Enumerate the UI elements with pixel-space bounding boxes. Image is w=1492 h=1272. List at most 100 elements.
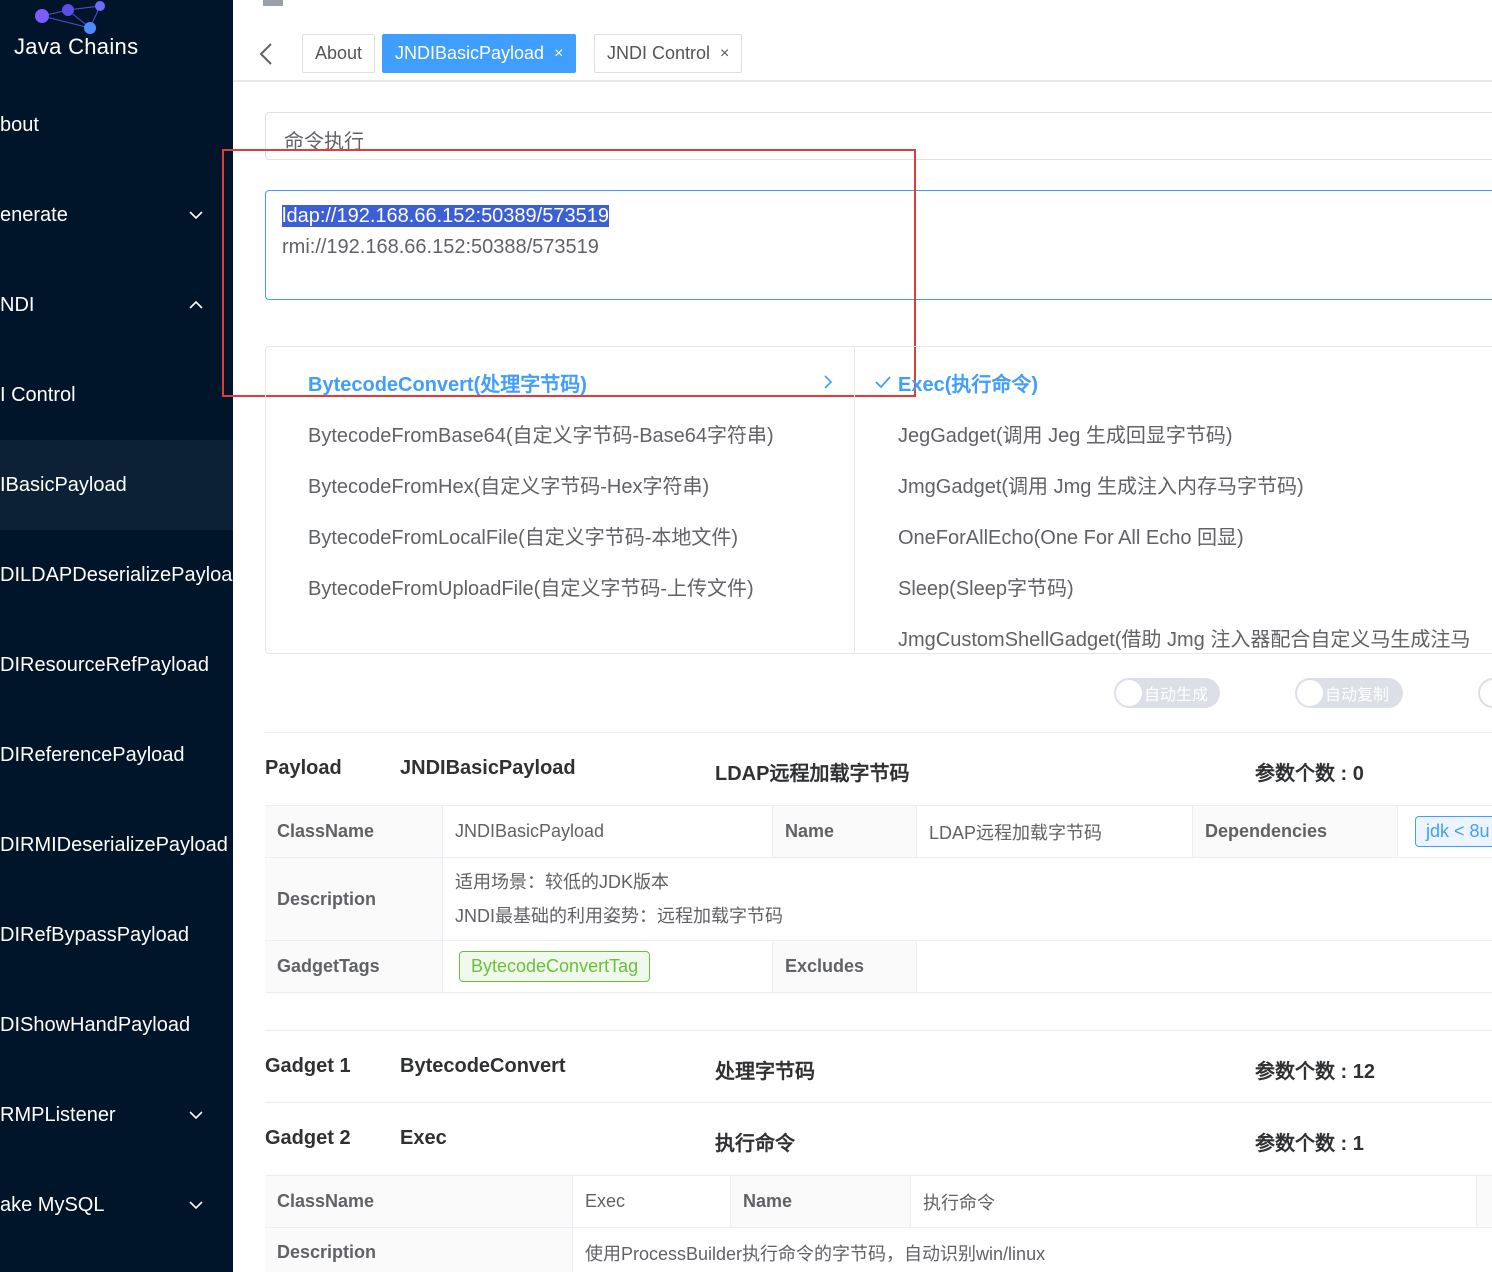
cascader-option[interactable]: BytecodeFromUploadFile(自定义字节码-上传文件) — [308, 566, 754, 606]
third-switch[interactable] — [1478, 678, 1492, 708]
menu-item-label: NDI — [0, 293, 35, 316]
gadget1-name: BytecodeConvert — [400, 1055, 566, 1077]
menu-item-label: I Control — [0, 383, 76, 406]
chevron-right-icon — [824, 375, 833, 389]
menu-item-fake-mysql[interactable]: ake MySQL — [0, 1160, 233, 1250]
menu-item-jndishowhandpayload[interactable]: DIShowHandPayload — [0, 980, 233, 1070]
payload-descriptions-table: ClassName JNDIBasicPayload Name LDAP远程加载… — [265, 805, 1492, 993]
divider — [265, 1102, 1492, 1103]
menu-item-label: DIResourceRefPayload — [0, 653, 209, 676]
menu-item-about[interactable]: bout — [0, 80, 233, 170]
menu-item-jndiresourcerefpayload[interactable]: DIResourceRefPayload — [0, 620, 233, 710]
menu-item-jndireferencepayload[interactable]: DIReferencePayload — [0, 710, 233, 800]
gadget1-label: Gadget 1 — [265, 1055, 351, 1077]
description-value: 使用ProcessBuilder执行命令的字节码，自动识别win/linux — [573, 1228, 1492, 1272]
jndi-links-textarea[interactable]: ldap://192.168.66.152:50389/573519 rmi:/… — [265, 190, 1492, 300]
cascader-option[interactable]: JmgCustomShellGadget(借助 Jmg 注入器配合自定义马生成注… — [898, 617, 1470, 653]
tab-jndibasicpayload[interactable]: JNDIBasicPayload × — [382, 34, 577, 73]
menu-item-jrmplistener[interactable]: RMPListener — [0, 1070, 233, 1160]
cascader-option[interactable]: OneForAllEcho(One For All Echo 回显) — [898, 515, 1244, 555]
excludes-value — [917, 941, 1492, 993]
auto-copy-switch[interactable]: 自动复制 — [1295, 678, 1403, 708]
payload-type-select[interactable]: 命令执行 — [265, 112, 1492, 160]
close-icon[interactable]: × — [720, 45, 729, 63]
dependencies-label-clipped — [1477, 1176, 1492, 1228]
tab-jndi-control[interactable]: JNDI Control × — [594, 34, 743, 73]
name-value: 执行命令 — [911, 1176, 1477, 1228]
chevron-up-icon — [189, 300, 203, 309]
gadget2-name: Exec — [400, 1127, 447, 1149]
switch-knob — [1480, 680, 1492, 706]
tab-label: JNDIBasicPayload — [395, 43, 545, 63]
description-value: 适用场景：较低的JDK版本 JNDI最基础的利用姿势：远程加载字节码 — [443, 858, 1492, 941]
classname-value: JNDIBasicPayload — [443, 806, 773, 858]
menu-item-jndi-control[interactable]: I Control — [0, 350, 233, 440]
description-label: Description — [265, 858, 443, 941]
menu-item-label: RMPListener — [0, 1103, 116, 1126]
gadgettags-value: BytecodeConvertTag — [443, 941, 773, 993]
cascader-option[interactable]: BytecodeConvert(处理字节码) — [308, 362, 587, 402]
ldap-link[interactable]: ldap://192.168.66.152:50389/573519 — [282, 205, 609, 227]
cascader-option[interactable]: Sleep(Sleep字节码) — [898, 566, 1074, 606]
clipped-top-element — [263, 0, 283, 6]
name-value: LDAP远程加载字节码 — [917, 806, 1193, 858]
classname-label: ClassName — [265, 806, 443, 858]
back-arrow-icon[interactable] — [255, 40, 277, 68]
menu-item-label: ake MySQL — [0, 1193, 105, 1216]
gadget2-desc: 执行命令 — [715, 1133, 795, 1155]
logo: Java Chains — [0, 0, 233, 80]
gadget1-desc: 处理字节码 — [715, 1061, 815, 1083]
menu-item-jndi[interactable]: NDI — [0, 260, 233, 350]
name-label: Name — [773, 806, 917, 858]
excludes-label: Excludes — [773, 941, 917, 993]
description-line: JNDI最基础的利用姿势：远程加载字节码 — [455, 906, 783, 926]
menu-item-generate[interactable]: enerate — [0, 170, 233, 260]
sidebar: Java Chains bout enerate NDI I Control I… — [0, 0, 233, 1272]
chevron-down-icon — [189, 1111, 203, 1120]
divider — [265, 1030, 1492, 1031]
dependency-tag: jdk < 8u — [1415, 816, 1492, 847]
close-icon[interactable]: × — [554, 45, 563, 63]
dependencies-label: Dependencies — [1193, 806, 1398, 858]
gadget2-param-count: 参数个数 : 1 — [1255, 1133, 1364, 1155]
tab-about[interactable]: About — [302, 34, 376, 73]
auto-generate-switch[interactable]: 自动生成 — [1114, 678, 1220, 708]
menu-item-jndirmideserializepayload[interactable]: DIRMIDeserializePayload — [0, 800, 233, 890]
cascader-option[interactable]: BytecodeFromBase64(自定义字节码-Base64字符串) — [308, 413, 774, 453]
logo-text: Java Chains — [14, 34, 139, 59]
menu-item-jndildapdeserializepayload[interactable]: DILDAPDeserializePayload — [0, 530, 233, 620]
classname-label: ClassName — [265, 1176, 573, 1228]
classname-value: Exec — [573, 1176, 731, 1228]
switch-label: 自动复制 — [1325, 687, 1390, 704]
dependencies-value: jdk < 8u — [1398, 806, 1492, 858]
menu-item-label: enerate — [0, 203, 68, 226]
gadgettags-label: GadgetTags — [265, 941, 443, 993]
cascader-option[interactable]: Exec(执行命令) — [898, 362, 1038, 402]
rmi-link[interactable]: rmi://192.168.66.152:50388/573519 — [282, 232, 1488, 263]
gadget2-descriptions-table: ClassName Exec Name 执行命令 Description 使用P… — [265, 1175, 1492, 1272]
menu-item-jndibasicpayload[interactable]: IBasicPayload — [0, 440, 233, 530]
cascader-option[interactable]: JmgGadget(调用 Jmg 生成注入内存马字节码) — [898, 464, 1304, 504]
payload-desc: LDAP远程加载字节码 — [715, 763, 910, 785]
gadget2-label: Gadget 2 — [265, 1127, 351, 1149]
payload-param-count: 参数个数 : 0 — [1255, 763, 1364, 785]
check-icon — [875, 376, 891, 389]
payload-name: JNDIBasicPayload — [400, 757, 576, 779]
gadget-tag: BytecodeConvertTag — [459, 951, 651, 982]
menu-item-label: DILDAPDeserializePayload — [0, 563, 233, 586]
switch-knob — [1297, 680, 1323, 706]
cascader-option[interactable]: BytecodeFromHex(自定义字节码-Hex字符串) — [308, 464, 709, 504]
gadget1-param-count: 参数个数 : 12 — [1255, 1061, 1376, 1083]
tab-label: JNDI Control — [607, 43, 711, 63]
cascader-option[interactable]: BytecodeFromLocalFile(自定义字节码-本地文件) — [308, 515, 738, 555]
switch-label: 自动生成 — [1144, 687, 1209, 704]
cascader-option[interactable]: JegGadget(调用 Jeg 生成回显字节码) — [898, 413, 1233, 453]
menu-item-label: IBasicPayload — [0, 473, 127, 496]
name-label: Name — [731, 1176, 911, 1228]
menu-item-label: DIReferencePayload — [0, 743, 185, 766]
menu-item-label: DIShowHandPayload — [0, 1013, 191, 1036]
description-label: Description — [265, 1228, 573, 1272]
cascader-column-2: Exec(执行命令) JegGadget(调用 Jeg 生成回显字节码) Jmg… — [856, 347, 1492, 653]
menu-item-jndirefbypasspayload[interactable]: DIRefBypassPayload — [0, 890, 233, 980]
payload-section-label: Payload — [265, 757, 342, 779]
